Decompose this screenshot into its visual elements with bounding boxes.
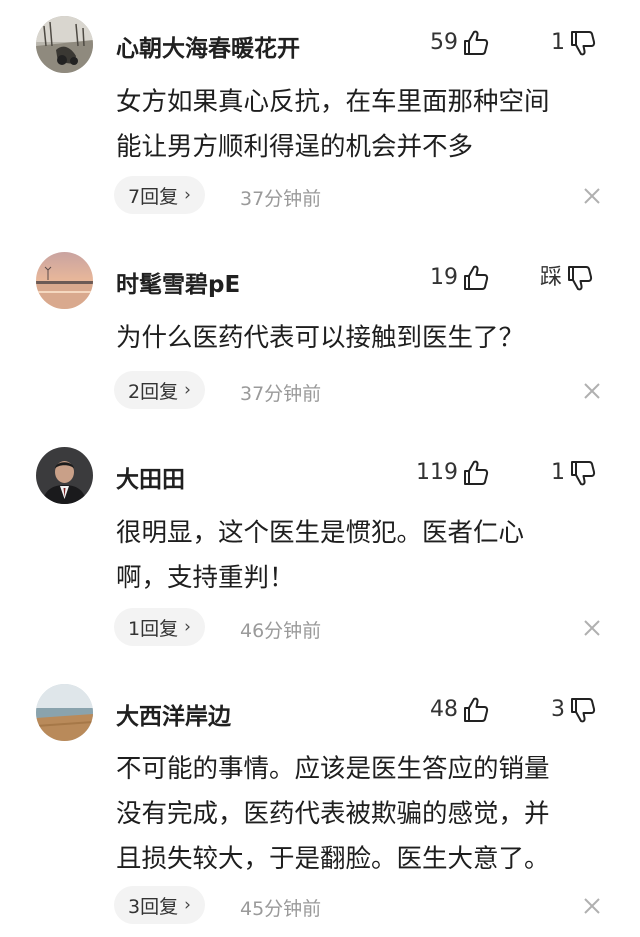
chevron-right-icon: › (184, 380, 191, 400)
view-replies-button[interactable]: 1回复 › (114, 608, 205, 646)
comment-line: 为什么医药代表可以接触到医生了？ (116, 323, 525, 353)
chevron-right-icon: › (184, 895, 191, 915)
winter-landscape-avatar-icon[interactable] (36, 16, 93, 73)
username[interactable]: 大田田 (116, 460, 185, 494)
chevron-right-icon: › (184, 185, 191, 205)
reply-count: 3回复 (128, 895, 179, 918)
dislike-count: 1 (551, 30, 565, 55)
thumbs-up-icon (462, 459, 490, 487)
sunset-lake-avatar-icon[interactable] (36, 252, 93, 309)
dislike-button[interactable]: 踩 (540, 261, 594, 295)
view-replies-button[interactable]: 2回复 › (114, 371, 205, 409)
close-icon[interactable] (582, 186, 602, 206)
dislike-button[interactable]: 3 (551, 693, 597, 727)
thumbs-down-icon (569, 696, 597, 724)
comment-line: 不可能的事情。应该是医生答应的销量 (116, 754, 550, 784)
thumbs-down-icon (569, 29, 597, 57)
timestamp: 37分钟前 (240, 188, 322, 210)
comment-line: 没有完成，医药代表被欺骗的感觉，并 (116, 799, 550, 829)
like-count: 119 (416, 460, 458, 485)
like-button[interactable]: 48 (430, 693, 490, 727)
dislike-count: 踩 (540, 265, 563, 290)
thumbs-down-icon (566, 264, 594, 292)
username[interactable]: 时髦雪碧pE (116, 265, 240, 299)
close-icon[interactable] (582, 618, 602, 638)
comment-text: 很明显，这个医生是惯犯。医者仁心 啊，支持重判！ (116, 511, 616, 601)
dislike-count: 3 (551, 697, 565, 722)
thumbs-up-icon (462, 696, 490, 724)
comment-text: 为什么医药代表可以接触到医生了？ (116, 316, 616, 361)
reply-count: 1回复 (128, 617, 179, 640)
close-icon[interactable] (582, 896, 602, 916)
reply-count: 7回复 (128, 185, 179, 208)
thumbs-up-icon (462, 264, 490, 292)
dislike-button[interactable]: 1 (551, 456, 597, 490)
man-in-suit-avatar-icon[interactable] (36, 447, 93, 504)
view-replies-button[interactable]: 7回复 › (114, 176, 205, 214)
dislike-count: 1 (551, 460, 565, 485)
comment-line: 很明显，这个医生是惯犯。医者仁心 (116, 518, 525, 548)
username[interactable]: 心朝大海春暖花开 (116, 29, 300, 63)
thumbs-down-icon (569, 459, 597, 487)
like-count: 48 (430, 697, 458, 722)
timestamp: 46分钟前 (240, 620, 322, 642)
comment-line: 啊，支持重判！ (116, 563, 295, 593)
timestamp: 45分钟前 (240, 898, 322, 920)
comment-line: 能让男方顺利得逞的机会并不多 (116, 132, 474, 162)
comment-text: 女方如果真心反抗，在车里面那种空间 能让男方顺利得逞的机会并不多 (116, 80, 616, 170)
like-count: 59 (430, 30, 458, 55)
like-button[interactable]: 59 (430, 26, 490, 60)
comment-line: 且损失较大，于是翻脸。医生大意了。 (116, 844, 550, 874)
reply-count: 2回复 (128, 380, 179, 403)
chevron-right-icon: › (184, 617, 191, 637)
close-icon[interactable] (582, 381, 602, 401)
username[interactable]: 大西洋岸边 (116, 697, 231, 731)
dislike-button[interactable]: 1 (551, 26, 597, 60)
thumbs-up-icon (462, 29, 490, 57)
comment-text: 不可能的事情。应该是医生答应的销量 没有完成，医药代表被欺骗的感觉，并 且损失较… (116, 747, 616, 882)
like-count: 19 (430, 265, 458, 290)
timestamp: 37分钟前 (240, 383, 322, 405)
view-replies-button[interactable]: 3回复 › (114, 886, 205, 924)
comment-line: 女方如果真心反抗，在车里面那种空间 (116, 87, 550, 117)
like-button[interactable]: 119 (416, 456, 490, 490)
beach-avatar-icon[interactable] (36, 684, 93, 741)
like-button[interactable]: 19 (430, 261, 490, 295)
